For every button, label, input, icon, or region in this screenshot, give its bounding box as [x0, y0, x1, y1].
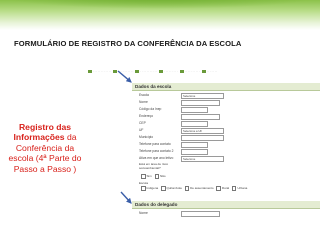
field-row-escola: Escola Selecione: [139, 93, 319, 99]
field-row-telefone-2: Telefone para contato 2: [139, 149, 319, 155]
telefone-input[interactable]: [181, 142, 208, 148]
zone-label: Escola: [139, 181, 149, 185]
quilombola-checkbox[interactable]: [161, 186, 166, 191]
section-header-school: Dados da escola: [132, 83, 320, 91]
field-row-endereco: Endereço: [139, 114, 319, 120]
field-label: Endereço: [139, 114, 154, 118]
field-label: UF: [139, 128, 144, 132]
option-label: Rural: [221, 186, 230, 191]
option-label: Sim: [146, 174, 152, 179]
option-label: De assentamento: [190, 186, 214, 191]
delegado-nome-input[interactable]: [181, 211, 220, 217]
field-row-municipio: Município: [139, 135, 319, 141]
indigena-checkbox[interactable]: [141, 186, 146, 191]
risk-options: Sim Não: [139, 174, 166, 179]
field-label: Município: [139, 135, 154, 139]
field-label: CEP: [139, 121, 146, 125]
nome-input[interactable]: [181, 100, 220, 106]
zone-options: Indígena Quilombola De assentamento Rura…: [139, 186, 247, 191]
option-label: Não: [160, 174, 166, 179]
ano-letivo-select[interactable]: Selecione: [181, 156, 224, 162]
field-label: Nome: [139, 211, 148, 215]
screenshot-nav-strip: · · · · · · · · · · · · · · · · · · · · ·…: [88, 70, 320, 76]
field-row-cep: CEP: [139, 121, 319, 127]
header-gradient-band: [0, 0, 320, 30]
field-label: Nome: [139, 100, 148, 104]
uf-select[interactable]: Selecione a UF: [181, 128, 224, 134]
field-label: Ativa em que ano letivo: [139, 156, 174, 160]
assentamento-checkbox[interactable]: [184, 186, 190, 191]
escola-select[interactable]: Selecione: [181, 93, 224, 99]
risk-sim-checkbox[interactable]: [141, 174, 146, 179]
field-label: Escola: [139, 93, 149, 97]
field-label: Código da Inep: [139, 107, 162, 111]
side-note-bold: Registro das Informações: [13, 122, 72, 143]
option-label: Quilombola: [166, 186, 182, 191]
field-row-telefone: Telefone para contato: [139, 142, 319, 148]
inep-input[interactable]: [181, 107, 208, 113]
side-note: Registro das Informações da Conferência …: [4, 122, 86, 174]
telefone-2-input[interactable]: [181, 149, 208, 155]
page-title: FORMULÁRIO DE REGISTRO DA CONFERÊNCIA DA…: [14, 39, 242, 48]
field-row-inep: Código da Inep: [139, 107, 319, 113]
option-label: Urbana: [237, 186, 248, 191]
field-row-nome: Nome: [139, 100, 319, 106]
field-label: Telefone para contato: [139, 142, 171, 146]
urbana-checkbox[interactable]: [231, 186, 237, 191]
section-header-delegate: Dados do delegado: [132, 201, 320, 209]
endereco-input[interactable]: [181, 114, 220, 120]
field-row-uf: UF Selecione a UF: [139, 128, 319, 134]
cep-input[interactable]: [181, 121, 208, 127]
rural-checkbox[interactable]: [216, 186, 221, 191]
municipio-select[interactable]: [181, 135, 224, 141]
risk-question: Está em área de risco socioambiental?: [139, 162, 169, 170]
field-label: Telefone para contato 2: [139, 149, 174, 153]
risk-nao-checkbox[interactable]: [154, 174, 160, 179]
option-label: Indígena: [146, 186, 159, 191]
field-row-delegado-nome: Nome: [139, 211, 319, 217]
form-screenshot: · · · · · · · · · · · · · · · · · · · · ·…: [88, 70, 320, 240]
